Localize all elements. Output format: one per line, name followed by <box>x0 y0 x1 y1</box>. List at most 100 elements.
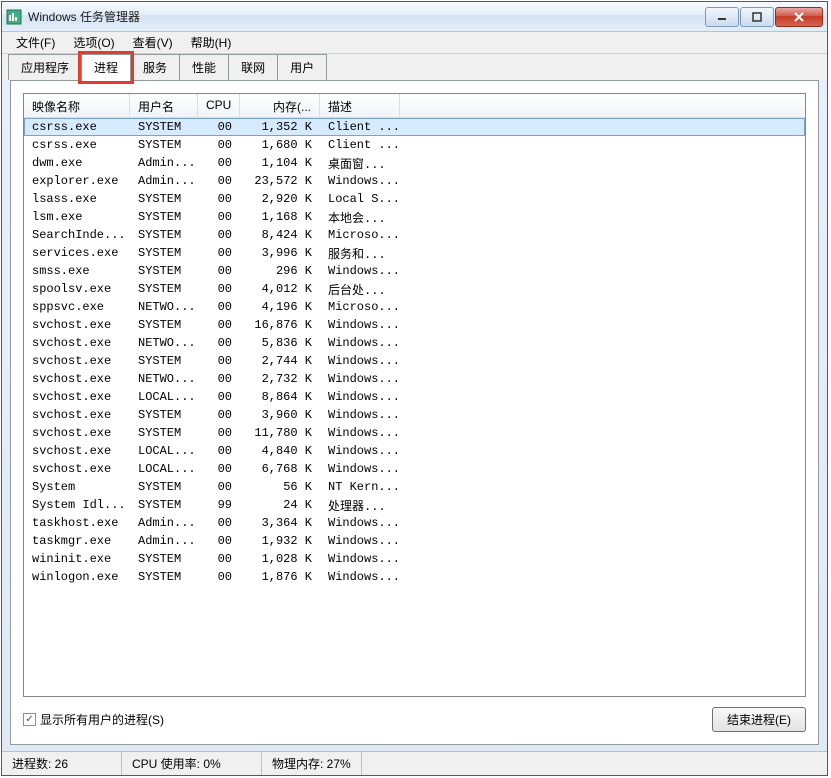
cell-memory: 2,920 K <box>240 191 320 207</box>
cell-user: Admin... <box>130 533 198 549</box>
cell-memory: 296 K <box>240 263 320 279</box>
menubar: 文件(F) 选项(O) 查看(V) 帮助(H) <box>2 32 827 54</box>
cell-user: LOCAL... <box>130 443 198 459</box>
table-row[interactable]: taskmgr.exeAdmin...001,932 KWindows... <box>24 532 805 550</box>
close-button[interactable] <box>775 7 823 27</box>
processes-table: 映像名称 用户名 CPU 内存(... 描述 csrss.exeSYSTEM00… <box>23 93 806 697</box>
cell-memory: 3,960 K <box>240 407 320 423</box>
cell-user: SYSTEM <box>130 191 198 207</box>
cell-user: Admin... <box>130 173 198 189</box>
cell-cpu: 00 <box>198 299 240 315</box>
col-header-memory[interactable]: 内存(... <box>240 94 320 117</box>
menu-help[interactable]: 帮助(H) <box>183 32 240 53</box>
table-row[interactable]: explorer.exeAdmin...0023,572 KWindows... <box>24 172 805 190</box>
cell-image: svchost.exe <box>24 425 130 441</box>
cell-memory: 8,864 K <box>240 389 320 405</box>
cell-cpu: 00 <box>198 119 240 135</box>
col-header-image[interactable]: 映像名称 <box>24 94 130 117</box>
maximize-button[interactable] <box>740 7 774 27</box>
table-row[interactable]: lsass.exeSYSTEM002,920 KLocal S... <box>24 190 805 208</box>
table-row[interactable]: csrss.exeSYSTEM001,680 KClient ... <box>24 136 805 154</box>
cell-description: Client ... <box>320 119 400 135</box>
cell-memory: 4,840 K <box>240 443 320 459</box>
show-all-users-row[interactable]: 显示所有用户的进程(S) <box>23 711 164 728</box>
cell-user: SYSTEM <box>130 479 198 495</box>
cell-cpu: 00 <box>198 353 240 369</box>
table-row[interactable]: System Idl...SYSTEM9924 K处理器... <box>24 496 805 514</box>
menu-options[interactable]: 选项(O) <box>65 32 122 53</box>
table-row[interactable]: svchost.exeNETWO...002,732 KWindows... <box>24 370 805 388</box>
table-row[interactable]: spoolsv.exeSYSTEM004,012 K后台处... <box>24 280 805 298</box>
show-all-users-label: 显示所有用户的进程(S) <box>40 711 164 728</box>
cell-memory: 1,932 K <box>240 533 320 549</box>
table-row[interactable]: SearchInde...SYSTEM008,424 KMicroso... <box>24 226 805 244</box>
table-row[interactable]: SystemSYSTEM0056 KNT Kern... <box>24 478 805 496</box>
show-all-users-checkbox[interactable] <box>23 713 36 726</box>
table-row[interactable]: svchost.exeSYSTEM002,744 KWindows... <box>24 352 805 370</box>
cell-image: svchost.exe <box>24 353 130 369</box>
table-row[interactable]: smss.exeSYSTEM00296 KWindows... <box>24 262 805 280</box>
cell-memory: 5,836 K <box>240 335 320 351</box>
table-row[interactable]: svchost.exeLOCAL...008,864 KWindows... <box>24 388 805 406</box>
table-row[interactable]: winlogon.exeSYSTEM001,876 KWindows... <box>24 568 805 586</box>
titlebar[interactable]: Windows 任务管理器 <box>2 2 827 32</box>
tab-applications[interactable]: 应用程序 <box>8 54 82 80</box>
tab-services[interactable]: 服务 <box>130 54 180 80</box>
table-row[interactable]: services.exeSYSTEM003,996 K服务和... <box>24 244 805 262</box>
app-icon <box>6 9 22 25</box>
cell-image: winlogon.exe <box>24 569 130 585</box>
cell-memory: 1,680 K <box>240 137 320 153</box>
col-header-user[interactable]: 用户名 <box>130 94 198 117</box>
cell-user: Admin... <box>130 155 198 171</box>
col-header-cpu[interactable]: CPU <box>198 94 240 117</box>
cell-memory: 24 K <box>240 497 320 513</box>
table-row[interactable]: csrss.exeSYSTEM001,352 KClient ... <box>24 118 805 136</box>
table-row[interactable]: sppsvc.exeNETWO...004,196 KMicroso... <box>24 298 805 316</box>
end-process-button[interactable]: 结束进程(E) <box>712 707 806 732</box>
cell-user: SYSTEM <box>130 245 198 261</box>
status-cpu: CPU 使用率: 0% <box>122 752 262 775</box>
cell-image: services.exe <box>24 245 130 261</box>
cell-image: lsass.exe <box>24 191 130 207</box>
cell-cpu: 00 <box>198 155 240 171</box>
col-header-description[interactable]: 描述 <box>320 94 400 117</box>
cell-image: System Idl... <box>24 497 130 513</box>
cell-user: LOCAL... <box>130 389 198 405</box>
table-row[interactable]: taskhost.exeAdmin...003,364 KWindows... <box>24 514 805 532</box>
table-row[interactable]: svchost.exeNETWO...005,836 KWindows... <box>24 334 805 352</box>
cell-description: 桌面窗... <box>320 154 400 173</box>
table-row[interactable]: svchost.exeSYSTEM003,960 KWindows... <box>24 406 805 424</box>
cell-cpu: 00 <box>198 191 240 207</box>
cell-description: Client ... <box>320 137 400 153</box>
cell-cpu: 00 <box>198 173 240 189</box>
cell-description: Windows... <box>320 425 400 441</box>
minimize-button[interactable] <box>705 7 739 27</box>
tab-networking[interactable]: 联网 <box>228 54 278 80</box>
table-row[interactable]: svchost.exeSYSTEM0016,876 KWindows... <box>24 316 805 334</box>
cell-user: NETWO... <box>130 335 198 351</box>
table-row[interactable]: svchost.exeSYSTEM0011,780 KWindows... <box>24 424 805 442</box>
cell-image: wininit.exe <box>24 551 130 567</box>
table-row[interactable]: svchost.exeLOCAL...006,768 KWindows... <box>24 460 805 478</box>
table-row[interactable]: dwm.exeAdmin...001,104 K桌面窗... <box>24 154 805 172</box>
cell-image: smss.exe <box>24 263 130 279</box>
cell-description: Local S... <box>320 191 400 207</box>
table-body[interactable]: csrss.exeSYSTEM001,352 KClient ...csrss.… <box>24 118 805 696</box>
table-row[interactable]: svchost.exeLOCAL...004,840 KWindows... <box>24 442 805 460</box>
cell-cpu: 99 <box>198 497 240 513</box>
menu-file[interactable]: 文件(F) <box>8 32 63 53</box>
table-row[interactable]: wininit.exeSYSTEM001,028 KWindows... <box>24 550 805 568</box>
cell-description: Windows... <box>320 551 400 567</box>
table-row[interactable]: lsm.exeSYSTEM001,168 K本地会... <box>24 208 805 226</box>
cell-description: Windows... <box>320 461 400 477</box>
cell-image: SearchInde... <box>24 227 130 243</box>
tab-processes[interactable]: 进程 <box>81 54 131 81</box>
cell-user: SYSTEM <box>130 119 198 135</box>
tab-performance[interactable]: 性能 <box>179 54 229 80</box>
cell-cpu: 00 <box>198 461 240 477</box>
cell-description: Microso... <box>320 227 400 243</box>
menu-view[interactable]: 查看(V) <box>125 32 181 53</box>
cell-description: Windows... <box>320 335 400 351</box>
tab-users[interactable]: 用户 <box>277 54 327 80</box>
status-processes: 进程数: 26 <box>2 752 122 775</box>
